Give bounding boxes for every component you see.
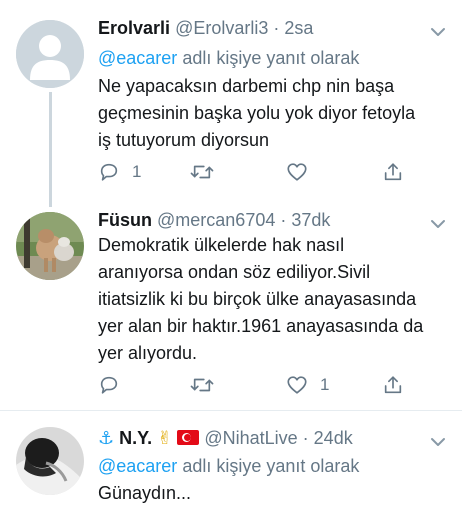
like-button[interactable]: 1 bbox=[286, 371, 329, 399]
tweet-text: Günaydın... bbox=[98, 480, 448, 507]
user-handle[interactable]: @Erolvarli3 bbox=[175, 18, 268, 38]
tweet-3[interactable]: ⚓ N.Y. ✌ @NihatLive · 24dk @eacarer adlı… bbox=[0, 411, 462, 528]
tweet-header: Erolvarli @Erolvarli3 · 2sa bbox=[98, 18, 313, 39]
user-avatar-dog[interactable] bbox=[16, 212, 84, 280]
reply-mention-link[interactable]: @eacarer bbox=[98, 456, 177, 476]
reply-context: @eacarer adlı kişiye yanıt olarak bbox=[98, 456, 359, 477]
user-handle[interactable]: @NihatLive bbox=[204, 428, 297, 448]
retweet-icon bbox=[190, 165, 214, 179]
person-photo-avatar bbox=[16, 427, 84, 495]
default-avatar-icon bbox=[16, 20, 84, 88]
reply-context: @eacarer adlı kişiye yanıt olarak bbox=[98, 48, 359, 69]
reply-count: 1 bbox=[132, 162, 142, 181]
tweet-text-line: itiatsizlik ki bu birçok ülke anayasasın… bbox=[98, 289, 417, 309]
default-avatar[interactable] bbox=[16, 20, 84, 88]
separator-dot: · bbox=[280, 210, 287, 230]
separator-dot: · bbox=[302, 428, 309, 448]
tweet-text-line: Günaydın... bbox=[98, 483, 192, 503]
tweet-header: Füsun @mercan6704 · 37dk bbox=[98, 210, 330, 231]
reply-button[interactable]: 1 bbox=[98, 158, 141, 186]
like-button[interactable] bbox=[286, 158, 320, 186]
reply-button[interactable] bbox=[98, 371, 132, 399]
timestamp[interactable]: 2sa bbox=[284, 18, 313, 38]
like-count: 1 bbox=[320, 375, 330, 394]
tweet-text-line: yer alan bir haktır.1961 anayasasında da bbox=[98, 316, 424, 336]
tweet-header: ⚓ N.Y. ✌ @NihatLive · 24dk bbox=[98, 428, 353, 449]
tweet-text-line: geçmesinin başka yolu yok diyor fetoyla bbox=[98, 103, 416, 123]
tweet-text-line: iş tutuyorum diyorsun bbox=[98, 130, 270, 150]
retweet-icon bbox=[190, 378, 214, 392]
reply-icon bbox=[100, 163, 118, 181]
share-button[interactable] bbox=[382, 371, 404, 399]
tweet-actions: 1 bbox=[98, 371, 418, 399]
tweet-text: Ne yapacaksın darbemi chp nin başa geçme… bbox=[98, 73, 448, 154]
anchor-icon: ⚓ bbox=[98, 428, 115, 449]
tweet-text-line: Demokratik ülkelerde hak nasıl bbox=[98, 235, 345, 255]
tweet-text: Demokratik ülkelerde hak nasıl aranıyors… bbox=[98, 232, 448, 367]
user-handle[interactable]: @mercan6704 bbox=[157, 210, 275, 230]
like-icon bbox=[287, 376, 307, 394]
turkey-flag-icon bbox=[177, 430, 200, 445]
share-icon bbox=[384, 376, 402, 394]
reply-context-text: adlı kişiye yanıt olarak bbox=[182, 48, 360, 68]
separator-dot: · bbox=[273, 18, 280, 38]
dog-photo-avatar bbox=[16, 212, 84, 280]
chevron-down-icon[interactable] bbox=[430, 24, 446, 40]
reply-mention-link[interactable]: @eacarer bbox=[98, 48, 177, 68]
reply-context-text: adlı kişiye yanıt olarak bbox=[182, 456, 360, 476]
tweet-text-line: aranıyorsa ondan söz ediliyor.Sivil bbox=[98, 262, 371, 282]
tweet-text-line: yer alıyordu. bbox=[98, 343, 198, 363]
retweet-button[interactable] bbox=[190, 158, 226, 186]
display-name[interactable]: Füsun bbox=[98, 210, 152, 230]
share-icon bbox=[384, 163, 402, 181]
victory-hand-icon: ✌ bbox=[157, 428, 173, 449]
tweet-actions: 1 bbox=[98, 158, 418, 186]
display-name[interactable]: N.Y. bbox=[119, 428, 152, 448]
tweet-2[interactable]: Füsun @mercan6704 · 37dk Demokratik ülke… bbox=[0, 200, 462, 410]
tweet-1[interactable]: Erolvarli @Erolvarli3 · 2sa @eacarer adl… bbox=[0, 0, 462, 207]
retweet-button[interactable] bbox=[190, 371, 226, 399]
reply-icon bbox=[100, 376, 118, 394]
timestamp[interactable]: 24dk bbox=[314, 428, 353, 448]
display-name[interactable]: Erolvarli bbox=[98, 18, 170, 38]
share-button[interactable] bbox=[382, 158, 404, 186]
like-icon bbox=[287, 163, 307, 181]
user-avatar-photo[interactable] bbox=[16, 427, 84, 495]
chevron-down-icon[interactable] bbox=[430, 434, 446, 450]
timestamp[interactable]: 37dk bbox=[291, 210, 330, 230]
thread-connector-line bbox=[49, 92, 52, 207]
tweet-text-line: Ne yapacaksın darbemi chp nin başa bbox=[98, 76, 395, 96]
chevron-down-icon[interactable] bbox=[430, 216, 446, 232]
